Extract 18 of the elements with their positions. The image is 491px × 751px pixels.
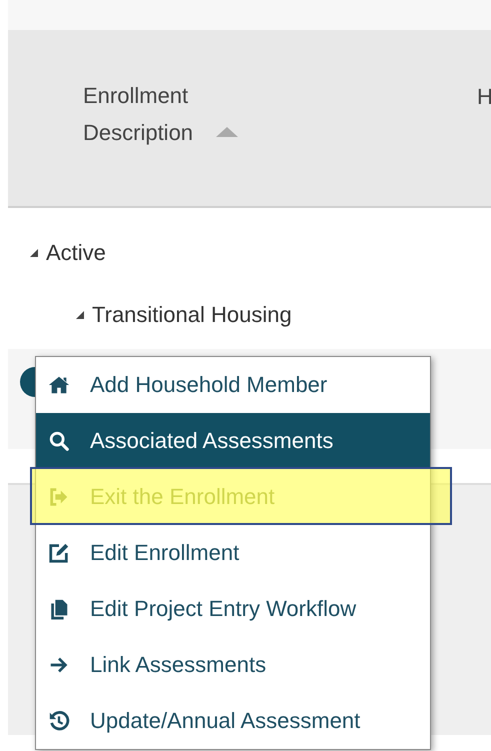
column-header[interactable]: H xyxy=(477,84,491,108)
tree-label[interactable]: Active xyxy=(46,240,106,266)
menu-item[interactable]: Associated Assessments xyxy=(36,413,430,469)
history-icon xyxy=(48,710,70,732)
menu-item[interactable]: Add Household Member xyxy=(36,357,430,413)
expand-toggle-icon[interactable] xyxy=(76,311,84,319)
documents-icon xyxy=(48,598,70,620)
tree-label[interactable]: Transitional Housing xyxy=(92,302,292,328)
menu-item[interactable]: Link Assessments xyxy=(36,637,430,693)
edit-icon xyxy=(48,542,70,564)
menu-item[interactable]: Update/Annual Assessment xyxy=(36,693,430,749)
column-header[interactable]: Enrollment Description xyxy=(83,77,208,151)
search-icon xyxy=(48,430,70,452)
menu-item[interactable]: Edit Project Entry Workflow xyxy=(36,581,430,637)
expand-toggle-icon[interactable] xyxy=(30,249,38,257)
home-icon xyxy=(48,374,70,396)
menu-item[interactable]: Edit Enrollment xyxy=(36,525,430,581)
exit-icon xyxy=(48,486,70,508)
